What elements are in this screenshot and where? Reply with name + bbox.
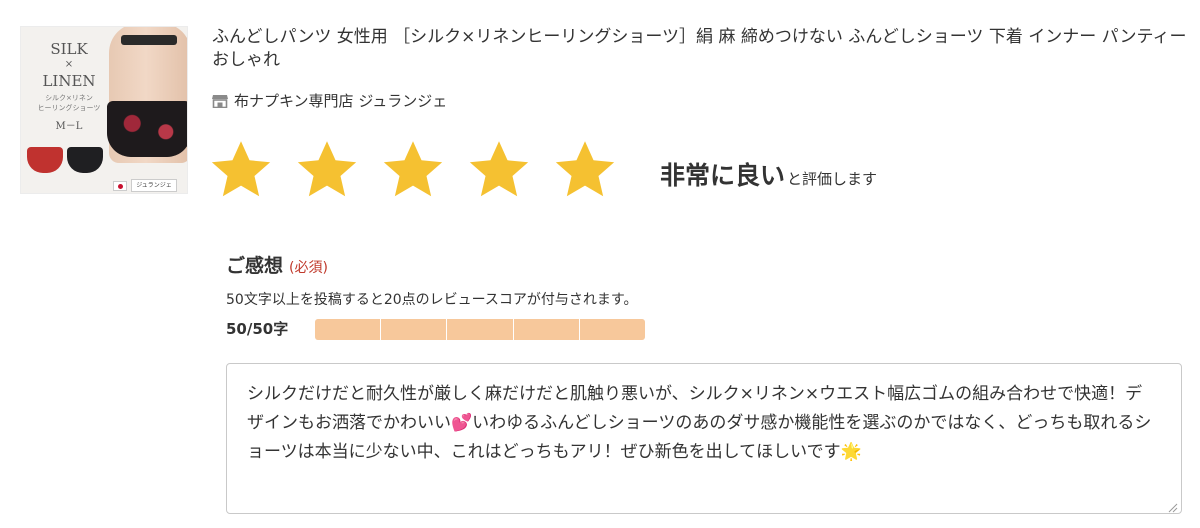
product-image-subtitle: シルク×リネン ヒーリングショーツ [29,93,109,113]
progress-segment [315,319,382,340]
rating-label-suffix: と評価します [787,170,878,188]
resize-handle-icon[interactable] [1166,498,1178,513]
red-shorts-thumbnail [27,147,63,173]
star-icon[interactable] [208,138,274,204]
star-rating[interactable] [208,138,618,204]
review-hint: 50文字以上を投稿すると20点のレビュースコアが付与されます。 [226,292,638,308]
product-image-size: M－L [55,121,83,132]
brand-line-2: LINEN [42,72,96,90]
required-label: (必須) [289,260,328,276]
char-progress-bar [315,319,645,340]
progress-segment [513,319,580,340]
subtitle-line-1: シルク×リネン [45,94,93,102]
progress-segment [579,319,645,340]
rating-label-main: 非常に良い [660,161,786,190]
progress-segment [381,319,448,340]
shop-name[interactable]: 布ナプキン専門店 ジュランジェ [234,90,447,111]
shop-tag: ジュランジェ [131,179,177,192]
shop-row: 布ナプキン専門店 ジュランジェ [212,90,447,110]
subtitle-line-2: ヒーリングショーツ [37,104,101,112]
brand-x: × [64,59,74,70]
model-bra [121,35,177,45]
rating-label: 非常に良い と評価します [660,156,877,192]
product-image[interactable]: SILK × LINEN シルク×リネン ヒーリングショーツ M－L ジュランジ… [20,26,188,194]
review-textarea[interactable]: シルクだけだと耐久性が厳しく麻だけだと肌触り悪いが、シルク×リネン×ウエスト幅広… [226,363,1182,514]
review-section-title: ご感想 [226,255,284,277]
brand-line-1: SILK [50,40,88,58]
review-section-header: ご感想 (必須) [226,251,328,278]
model-shorts [107,101,187,157]
black-shorts-thumbnail [67,147,103,173]
product-image-brand: SILK × LINEN [35,41,103,89]
star-icon[interactable] [552,138,618,204]
shop-icon [212,93,228,109]
progress-segment [447,319,514,340]
product-title: ふんどしパンツ 女性用 ［シルク×リネンヒーリングショーツ］絹 麻 締めつけない… [212,27,1187,70]
star-icon[interactable] [466,138,532,204]
star-icon[interactable] [380,138,446,204]
star-icon[interactable] [294,138,360,204]
japan-flag-icon [113,181,127,191]
char-count: 50/50字 [226,320,289,338]
